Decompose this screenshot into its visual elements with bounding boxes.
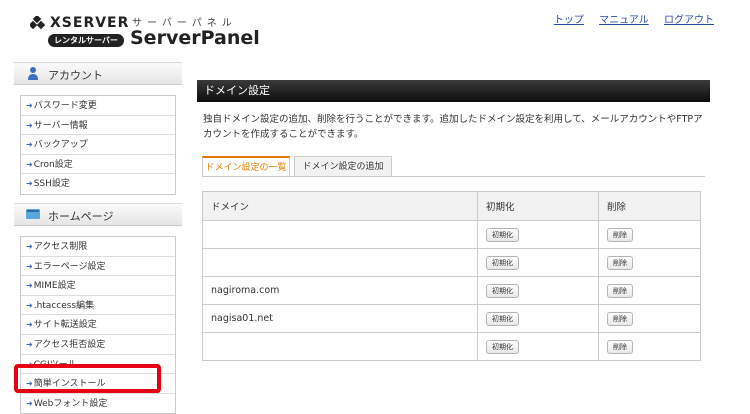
arrow-icon: ➜ — [26, 241, 33, 251]
top-links: トップ マニュアル ログアウト — [542, 11, 714, 26]
tab-domain-list[interactable]: ドメイン設定の一覧 — [202, 156, 290, 176]
sidebar-item-label: Cron設定 — [33, 159, 73, 170]
table-row: 初期化 削除 — [202, 220, 701, 249]
xserver-logo-icon — [30, 16, 46, 30]
sidebar-item-label: アクセス制限 — [33, 241, 88, 252]
delete-button[interactable]: 削除 — [607, 255, 633, 270]
delete-cell: 削除 — [598, 276, 701, 305]
table-row: 初期化 削除 — [202, 332, 701, 361]
easy-install-highlight — [14, 364, 161, 393]
sidebar-item-password[interactable]: ➜パスワード変更 — [21, 96, 175, 116]
sidebar-item-label: エラーページ設定 — [33, 261, 106, 272]
sidebar-item-mime[interactable]: ➜MIME設定 — [21, 276, 175, 296]
sidebar-item-web-font[interactable]: ➜Webフォント設定 — [21, 394, 175, 414]
init-cell: 初期化 — [477, 220, 599, 249]
sidebar-item-server-info[interactable]: ➜サーバー情報 — [21, 116, 175, 136]
main-content: ドメイン設定 独自ドメイン設定の追加、削除を行うことができます。追加したドメイン… — [197, 62, 710, 413]
tab-divider — [202, 176, 705, 177]
domain-cell: nagisa01.net — [202, 304, 478, 333]
brand-subtitle: レンタルサーバー — [48, 34, 124, 47]
delete-cell: 削除 — [598, 220, 701, 249]
arrow-icon: ➜ — [26, 339, 33, 349]
arrow-icon: ➜ — [26, 261, 33, 271]
init-button[interactable]: 初期化 — [486, 227, 519, 242]
init-button[interactable]: 初期化 — [486, 255, 519, 270]
table-row: nagiroma.com 初期化 削除 — [202, 276, 701, 305]
sidebar-item-label: バックアップ — [33, 140, 88, 151]
tab-domain-add[interactable]: ドメイン設定の追加 — [294, 156, 392, 176]
sidebar-item-label: .htaccess編集 — [33, 300, 95, 311]
sidebar-item-cron[interactable]: ➜Cron設定 — [21, 155, 175, 175]
sidebar-item-access-restriction[interactable]: ➜アクセス制限 — [21, 237, 175, 257]
column-header-domain: ドメイン — [202, 191, 478, 221]
top-link[interactable]: トップ — [554, 15, 584, 26]
brand-name: XSERVER — [50, 15, 130, 31]
init-button[interactable]: 初期化 — [486, 311, 519, 326]
arrow-icon: ➜ — [26, 140, 33, 150]
init-cell: 初期化 — [477, 276, 599, 305]
arrow-icon: ➜ — [26, 179, 33, 189]
account-section-title: アカウント — [48, 69, 103, 82]
sidebar-item-htaccess[interactable]: ➜.htaccess編集 — [21, 296, 175, 316]
homepage-section-header: ホームページ — [14, 202, 182, 226]
arrow-icon: ➜ — [26, 101, 33, 110]
sidebar-item-label: Webフォント設定 — [33, 398, 108, 409]
sidebar-item-label: SSH設定 — [33, 179, 70, 190]
xserver-logo[interactable]: XSERVER レンタルサーバー サーバーパネル ServerPanel — [30, 12, 260, 52]
sidebar-item-label: MIME設定 — [33, 281, 76, 292]
sidebar-item-backup[interactable]: ➜バックアップ — [21, 135, 175, 155]
domain-cell — [202, 248, 478, 277]
serverpanel-title: ServerPanel — [130, 27, 260, 49]
delete-button[interactable]: 削除 — [607, 311, 633, 326]
init-cell: 初期化 — [477, 304, 599, 333]
sidebar-item-label: アクセス拒否設定 — [33, 339, 106, 350]
account-section-header: アカウント — [14, 62, 182, 85]
homepage-icon — [26, 208, 40, 219]
init-cell: 初期化 — [477, 332, 599, 361]
column-header-init: 初期化 — [477, 191, 599, 221]
sidebar-item-label: サーバー情報 — [33, 120, 88, 131]
header: XSERVER レンタルサーバー サーバーパネル ServerPanel トップ… — [0, 0, 750, 60]
table-row: 初期化 削除 — [202, 248, 701, 277]
column-header-delete: 削除 — [598, 191, 701, 221]
sidebar-item-label: サイト転送設定 — [33, 320, 97, 331]
arrow-icon: ➜ — [26, 281, 33, 291]
delete-button[interactable]: 削除 — [607, 227, 633, 242]
page-description: 独自ドメイン設定の追加、削除を行うことができます。追加したドメイン設定を利用して… — [203, 114, 703, 140]
delete-cell: 削除 — [598, 304, 701, 333]
user-icon — [28, 67, 38, 80]
manual-link[interactable]: マニュアル — [599, 15, 649, 26]
sidebar-item-label: パスワード変更 — [33, 101, 97, 111]
homepage-section-title: ホームページ — [48, 209, 114, 223]
sidebar: アカウント ➜パスワード変更 ➜サーバー情報 ➜バックアップ ➜Cron設定 ➜… — [14, 62, 182, 414]
sidebar-item-ssh[interactable]: ➜SSH設定 — [21, 174, 175, 194]
domain-cell — [202, 220, 478, 249]
logout-link[interactable]: ログアウト — [664, 15, 714, 26]
arrow-icon: ➜ — [26, 300, 33, 310]
sidebar-item-error-page[interactable]: ➜エラーページ設定 — [21, 257, 175, 277]
domain-cell: nagiroma.com — [202, 276, 478, 305]
table-header-row: ドメイン 初期化 削除 — [202, 191, 701, 221]
delete-cell: 削除 — [598, 332, 701, 361]
init-button[interactable]: 初期化 — [486, 339, 519, 354]
domain-table: ドメイン 初期化 削除 初期化 削除 初期化 削除 nagiroma.com 初… — [202, 191, 701, 361]
sidebar-item-redirect[interactable]: ➜サイト転送設定 — [21, 315, 175, 335]
init-cell: 初期化 — [477, 248, 599, 277]
delete-button[interactable]: 削除 — [607, 339, 633, 354]
arrow-icon: ➜ — [26, 120, 33, 130]
arrow-icon: ➜ — [26, 398, 33, 408]
page-title: ドメイン設定 — [197, 80, 710, 102]
delete-button[interactable]: 削除 — [607, 283, 633, 298]
domain-cell — [202, 332, 478, 361]
init-button[interactable]: 初期化 — [486, 283, 519, 298]
arrow-icon: ➜ — [26, 159, 33, 169]
account-menu: ➜パスワード変更 ➜サーバー情報 ➜バックアップ ➜Cron設定 ➜SSH設定 — [20, 95, 176, 195]
arrow-icon: ➜ — [26, 320, 33, 330]
table-row: nagisa01.net 初期化 削除 — [202, 304, 701, 333]
sidebar-item-access-deny[interactable]: ➜アクセス拒否設定 — [21, 335, 175, 355]
delete-cell: 削除 — [598, 248, 701, 277]
